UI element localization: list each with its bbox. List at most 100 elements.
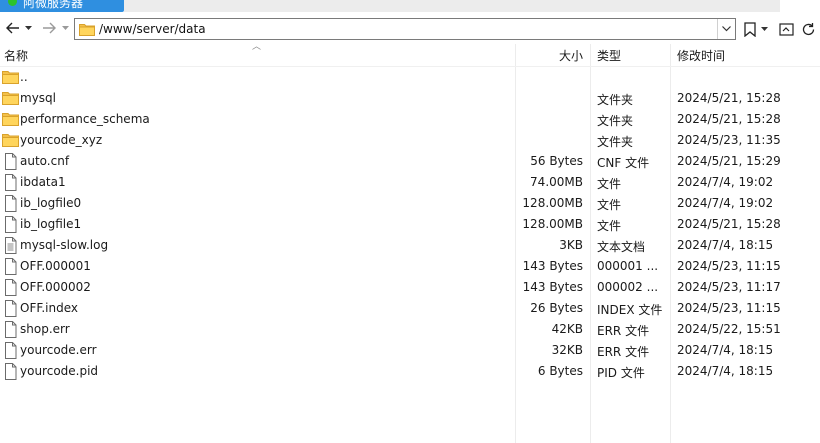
file-row[interactable]: performance_schema 文件夹 2024/5/21, 15:28 bbox=[0, 109, 820, 130]
file-icon bbox=[2, 153, 19, 170]
address-bar[interactable]: /www/server/data bbox=[74, 18, 736, 40]
file-type: 文件夹 bbox=[597, 93, 634, 107]
bookmark-button[interactable] bbox=[743, 19, 757, 39]
sync-browsing-button[interactable] bbox=[778, 19, 794, 39]
file-size: 56 Bytes bbox=[530, 154, 583, 168]
file-row[interactable]: ib_logfile0 128.00MB 文件 2024/7/4, 19:02 bbox=[0, 193, 820, 214]
forward-history-dropdown[interactable] bbox=[60, 17, 70, 39]
file-name: OFF.index bbox=[20, 301, 78, 315]
file-row[interactable]: .. bbox=[0, 67, 820, 88]
file-modified: 2024/5/21, 15:28 bbox=[677, 217, 781, 231]
arrow-right-icon bbox=[43, 22, 56, 34]
file-modified: 2024/7/4, 18:15 bbox=[677, 343, 774, 357]
file-icon bbox=[2, 216, 19, 233]
file-name: OFF.000001 bbox=[20, 259, 91, 273]
tab-strip-empty bbox=[124, 0, 820, 12]
file-row[interactable]: auto.cnf 56 Bytes CNF 文件 2024/5/21, 15:29 bbox=[0, 151, 820, 172]
file-size: 42KB bbox=[551, 322, 583, 336]
file-row[interactable]: OFF.000001 143 Bytes 000001 ... 2024/5/23, … bbox=[0, 256, 820, 277]
file-type: 文本文档 bbox=[597, 240, 646, 254]
folder-icon bbox=[2, 69, 19, 86]
file-name: auto.cnf bbox=[20, 154, 70, 168]
column-header: ︿ 名称 大小 类型 修改时间 bbox=[0, 42, 820, 67]
tab-strip: 阿微服务器 bbox=[0, 0, 820, 12]
file-row[interactable]: yourcode.err 32KB ERR 文件 2024/7/4, 18:15 bbox=[0, 340, 820, 361]
file-icon bbox=[2, 363, 19, 380]
forward-button[interactable] bbox=[40, 17, 58, 39]
file-row[interactable]: yourcode_xyz 文件夹 2024/5/23, 11:35 bbox=[0, 130, 820, 151]
file-row[interactable]: yourcode.pid 6 Bytes PID 文件 2024/7/4, 18:15 bbox=[0, 361, 820, 382]
file-row[interactable]: OFF.index 26 Bytes INDEX 文件 2024/5/23, 11:1… bbox=[0, 298, 820, 319]
file-row[interactable]: shop.err 42KB ERR 文件 2024/5/22, 15:51 bbox=[0, 319, 820, 340]
file-name: mysql-slow.log bbox=[20, 238, 109, 252]
file-modified: 2024/5/23, 11:15 bbox=[677, 259, 781, 273]
file-type: 文件夹 bbox=[597, 114, 634, 128]
toolbar: /www/server/data bbox=[0, 12, 820, 44]
file-size: 32KB bbox=[551, 343, 583, 357]
sync-folder-icon bbox=[778, 22, 794, 36]
file-name: OFF.000002 bbox=[20, 280, 91, 294]
file-modified: 2024/5/23, 11:17 bbox=[677, 280, 781, 294]
file-modified: 2024/5/22, 15:51 bbox=[677, 322, 781, 336]
file-name: performance_schema bbox=[20, 112, 150, 126]
chevron-down-icon bbox=[722, 26, 731, 32]
file-modified: 2024/7/4, 19:02 bbox=[677, 196, 774, 210]
file-modified: 2024/7/4, 19:02 bbox=[677, 175, 774, 189]
file-name: yourcode_xyz bbox=[20, 133, 103, 147]
column-name[interactable]: 名称 bbox=[4, 47, 28, 64]
file-type: ERR 文件 bbox=[597, 345, 650, 359]
tab-server[interactable]: 阿微服务器 bbox=[0, 0, 124, 12]
file-icon bbox=[2, 174, 19, 191]
file-icon bbox=[2, 279, 19, 296]
file-name: .. bbox=[20, 70, 28, 84]
file-icon bbox=[2, 300, 19, 317]
file-modified: 2024/5/21, 15:29 bbox=[677, 154, 781, 168]
refresh-button[interactable] bbox=[800, 19, 816, 39]
file-size: 3KB bbox=[559, 238, 583, 252]
arrow-left-icon bbox=[6, 22, 19, 34]
file-name: mysql bbox=[20, 91, 56, 105]
file-size: 128.00MB bbox=[522, 196, 583, 210]
file-modified: 2024/7/4, 18:15 bbox=[677, 238, 774, 252]
folder-icon bbox=[2, 90, 19, 107]
bookmark-dropdown[interactable] bbox=[759, 19, 769, 39]
file-name: yourcode.pid bbox=[20, 364, 99, 378]
connection-status-icon bbox=[8, 0, 17, 6]
folder-icon bbox=[79, 22, 95, 39]
text-file-icon bbox=[2, 237, 19, 254]
file-row[interactable]: OFF.000002 143 Bytes 000002 ... 2024/5/23, … bbox=[0, 277, 820, 298]
column-modified[interactable]: 修改时间 bbox=[677, 47, 725, 64]
file-size: 128.00MB bbox=[522, 217, 583, 231]
chevron-down-icon bbox=[61, 25, 69, 30]
file-type: 文件 bbox=[597, 219, 622, 233]
file-type: 文件 bbox=[597, 198, 622, 212]
address-dropdown[interactable] bbox=[717, 19, 735, 39]
column-type[interactable]: 类型 bbox=[597, 47, 621, 64]
file-size: 143 Bytes bbox=[522, 280, 583, 294]
file-type: 000002 ... bbox=[597, 280, 659, 294]
back-history-dropdown[interactable] bbox=[23, 17, 33, 39]
file-type: PID 文件 bbox=[597, 366, 645, 380]
sort-ascending-icon: ︿ bbox=[252, 42, 262, 52]
file-modified: 2024/7/4, 18:15 bbox=[677, 364, 774, 378]
file-size: 26 Bytes bbox=[530, 301, 583, 315]
file-type: ERR 文件 bbox=[597, 324, 650, 338]
file-icon bbox=[2, 258, 19, 275]
file-size: 143 Bytes bbox=[522, 259, 583, 273]
file-row[interactable]: ib_logfile1 128.00MB 文件 2024/5/21, 15:28 bbox=[0, 214, 820, 235]
file-row[interactable]: ibdata1 74.00MB 文件 2024/7/4, 19:02 bbox=[0, 172, 820, 193]
file-row[interactable]: mysql 文件夹 2024/5/21, 15:28 bbox=[0, 88, 820, 109]
refresh-icon bbox=[802, 22, 814, 35]
file-type: 文件夹 bbox=[597, 135, 634, 149]
file-icon bbox=[2, 321, 19, 338]
column-size[interactable]: 大小 bbox=[559, 47, 583, 64]
file-name: ib_logfile0 bbox=[20, 196, 82, 210]
file-row[interactable]: mysql-slow.log 3KB 文本文档 2024/7/4, 18:15 bbox=[0, 235, 820, 256]
address-path[interactable]: /www/server/data bbox=[99, 22, 206, 36]
file-name: ibdata1 bbox=[20, 175, 66, 189]
back-button[interactable] bbox=[4, 17, 22, 39]
file-size: 6 Bytes bbox=[537, 364, 583, 378]
file-icon bbox=[2, 195, 19, 212]
file-name: yourcode.err bbox=[20, 343, 97, 357]
bookmark-icon bbox=[744, 21, 756, 37]
